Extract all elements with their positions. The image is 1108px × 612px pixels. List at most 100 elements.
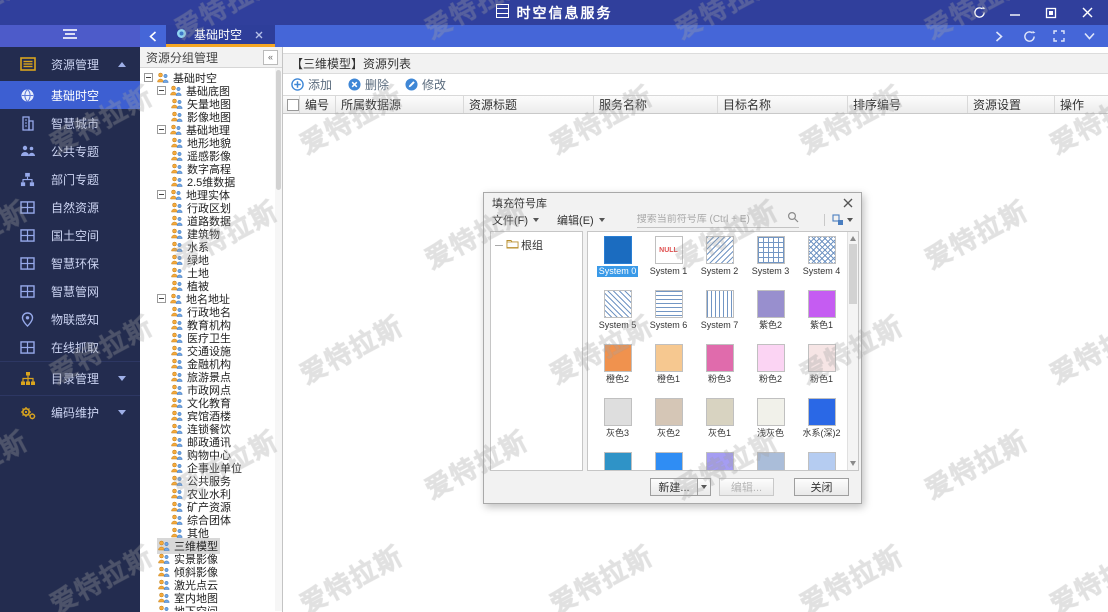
swatch-3[interactable]: System 3 [745, 236, 796, 290]
swatch-preview [808, 236, 836, 264]
hamburger-menu-icon[interactable] [62, 27, 78, 45]
tree-expand-toggle[interactable] [157, 294, 166, 303]
swatch-23[interactable]: 水系2 [745, 452, 796, 471]
swatch-preview [604, 452, 632, 471]
swatch-19[interactable]: 水系(深)2 [796, 398, 847, 452]
swatch-8[interactable]: 紫色2 [745, 290, 796, 344]
new-dropdown-icon[interactable] [698, 478, 711, 496]
swatch-10[interactable]: 橙色2 [592, 344, 643, 398]
swatch-12[interactable]: 粉色3 [694, 344, 745, 398]
swatch-7[interactable]: System 7 [694, 290, 745, 344]
sidebar-item-0[interactable]: 资源管理 [0, 47, 140, 81]
sidebar-item-label: 智慧城市 [51, 115, 99, 132]
swatch-11[interactable]: 橙色1 [643, 344, 694, 398]
swatch-17[interactable]: 灰色1 [694, 398, 745, 452]
sidebar-item-10[interactable]: 在线抓取 [0, 333, 140, 361]
swatch-6[interactable]: System 6 [643, 290, 694, 344]
sidebar-item-5[interactable]: 自然资源 [0, 193, 140, 221]
toolbar-add-button[interactable]: 添加 [291, 76, 332, 93]
toolbar-button-label: 删除 [365, 76, 389, 93]
tree-node-41[interactable]: 地下空间 [140, 604, 282, 611]
search-icon[interactable] [787, 210, 799, 228]
swatch-preview [706, 452, 734, 471]
tab-basic-spacetime[interactable]: 基础时空 [166, 25, 275, 47]
swatch-9[interactable]: 紫色1 [796, 290, 847, 344]
swatch-24[interactable]: 水系1 [796, 452, 847, 471]
toolbar-button-label: 修改 [422, 76, 446, 93]
group-root-node[interactable]: 根组 [495, 237, 582, 253]
swatch-2[interactable]: System 2 [694, 236, 745, 290]
new-button[interactable]: 新建... [650, 478, 698, 496]
toolbar-edit-button[interactable]: 修改 [405, 76, 446, 93]
swatch-label: 粉色3 [706, 374, 733, 385]
swatch-21[interactable]: 水系4 [643, 452, 694, 471]
view-mode-button[interactable] [824, 214, 853, 226]
column-header-1: 所属数据源 [336, 96, 464, 113]
swatch-14[interactable]: 粉色1 [796, 344, 847, 398]
tree-expand-toggle[interactable] [157, 125, 166, 134]
chevron-right-icon[interactable] [992, 29, 1006, 43]
menu-edit[interactable]: 编辑(E) [557, 212, 605, 228]
tree-node-14[interactable]: 绿地 [140, 253, 282, 266]
swatch-20[interactable]: 水系(深)1 [592, 452, 643, 471]
close-icon[interactable] [1080, 6, 1094, 20]
scroll-up-icon[interactable] [850, 236, 856, 241]
swatch-scrollbar-thumb[interactable] [849, 244, 857, 304]
tree-node-15[interactable]: 土地 [140, 266, 282, 279]
group-root-label: 根组 [521, 237, 543, 253]
sidebar-item-9[interactable]: 物联感知 [0, 305, 140, 333]
tree-node-12[interactable]: 建筑物 [140, 227, 282, 240]
tree-expand-toggle[interactable] [157, 86, 166, 95]
swatch-grid: System 0NULLSystem 1System 2System 3Syst… [592, 236, 847, 471]
column-header-6: 资源设置 [968, 96, 1055, 113]
swatch-15[interactable]: 灰色3 [592, 398, 643, 452]
swatch-label: System 7 [699, 320, 741, 331]
symbol-search-input[interactable] [637, 214, 787, 225]
fullscreen-icon[interactable] [1052, 29, 1066, 43]
tree-expand-toggle[interactable] [157, 190, 166, 199]
maximize-icon[interactable] [1044, 6, 1058, 20]
select-all-checkbox[interactable] [287, 99, 299, 111]
minimize-icon[interactable] [1008, 6, 1022, 20]
swatch-preview [757, 344, 785, 372]
swatch-4[interactable]: System 4 [796, 236, 847, 290]
close-button[interactable]: 关闭 [794, 478, 849, 496]
tree-scrollbar-thumb[interactable] [276, 70, 281, 190]
panel-collapse-button[interactable]: « [263, 50, 278, 65]
swatch-13[interactable]: 粉色2 [745, 344, 796, 398]
swatch-1[interactable]: NULLSystem 1 [643, 236, 694, 290]
swatch-16[interactable]: 灰色2 [643, 398, 694, 452]
menu-file[interactable]: 文件(F) [492, 212, 539, 228]
tab-back-icon[interactable] [140, 25, 166, 47]
scroll-down-icon[interactable] [850, 461, 856, 466]
sidebar-item-7[interactable]: 智慧环保 [0, 249, 140, 277]
swatch-preview [706, 236, 734, 264]
reload-icon[interactable] [1022, 29, 1036, 43]
swatch-18[interactable]: 浅灰色 [745, 398, 796, 452]
tree-node-13[interactable]: 水系 [140, 240, 282, 253]
tree-node-34[interactable]: 综合团体 [140, 513, 282, 526]
sidebar-item-8[interactable]: 智慧管网 [0, 277, 140, 305]
tab-close-icon[interactable] [255, 28, 263, 42]
sidebar-item-2[interactable]: 智慧城市 [0, 109, 140, 137]
swatch-label: 橙色2 [604, 374, 631, 385]
swatch-scrollbar[interactable] [847, 232, 858, 470]
swatch-label: 水系(深)2 [801, 428, 843, 439]
refresh-icon[interactable] [972, 6, 986, 20]
sidebar-item-4[interactable]: 部门专题 [0, 165, 140, 193]
toolbar-delete-button[interactable]: 删除 [348, 76, 389, 93]
swatch-0[interactable]: System 0 [592, 236, 643, 290]
tree-expand-toggle[interactable] [144, 73, 153, 82]
swatch-5[interactable]: System 5 [592, 290, 643, 344]
sidebar-item-3[interactable]: 公共专题 [0, 137, 140, 165]
swatch-22[interactable]: 水系3 [694, 452, 745, 471]
chevron-down-icon[interactable] [1082, 29, 1096, 43]
swatch-label: System 1 [648, 266, 690, 277]
tree-scrollbar[interactable] [275, 68, 282, 611]
sidebar-item-6[interactable]: 国土空间 [0, 221, 140, 249]
gears-icon [19, 404, 36, 421]
sidebar-item-12[interactable]: 编码维护 [0, 395, 140, 429]
sidebar-item-1[interactable]: 基础时空 [0, 81, 140, 109]
sidebar-item-11[interactable]: 目录管理 [0, 361, 140, 395]
dialog-close-icon[interactable] [841, 196, 855, 210]
